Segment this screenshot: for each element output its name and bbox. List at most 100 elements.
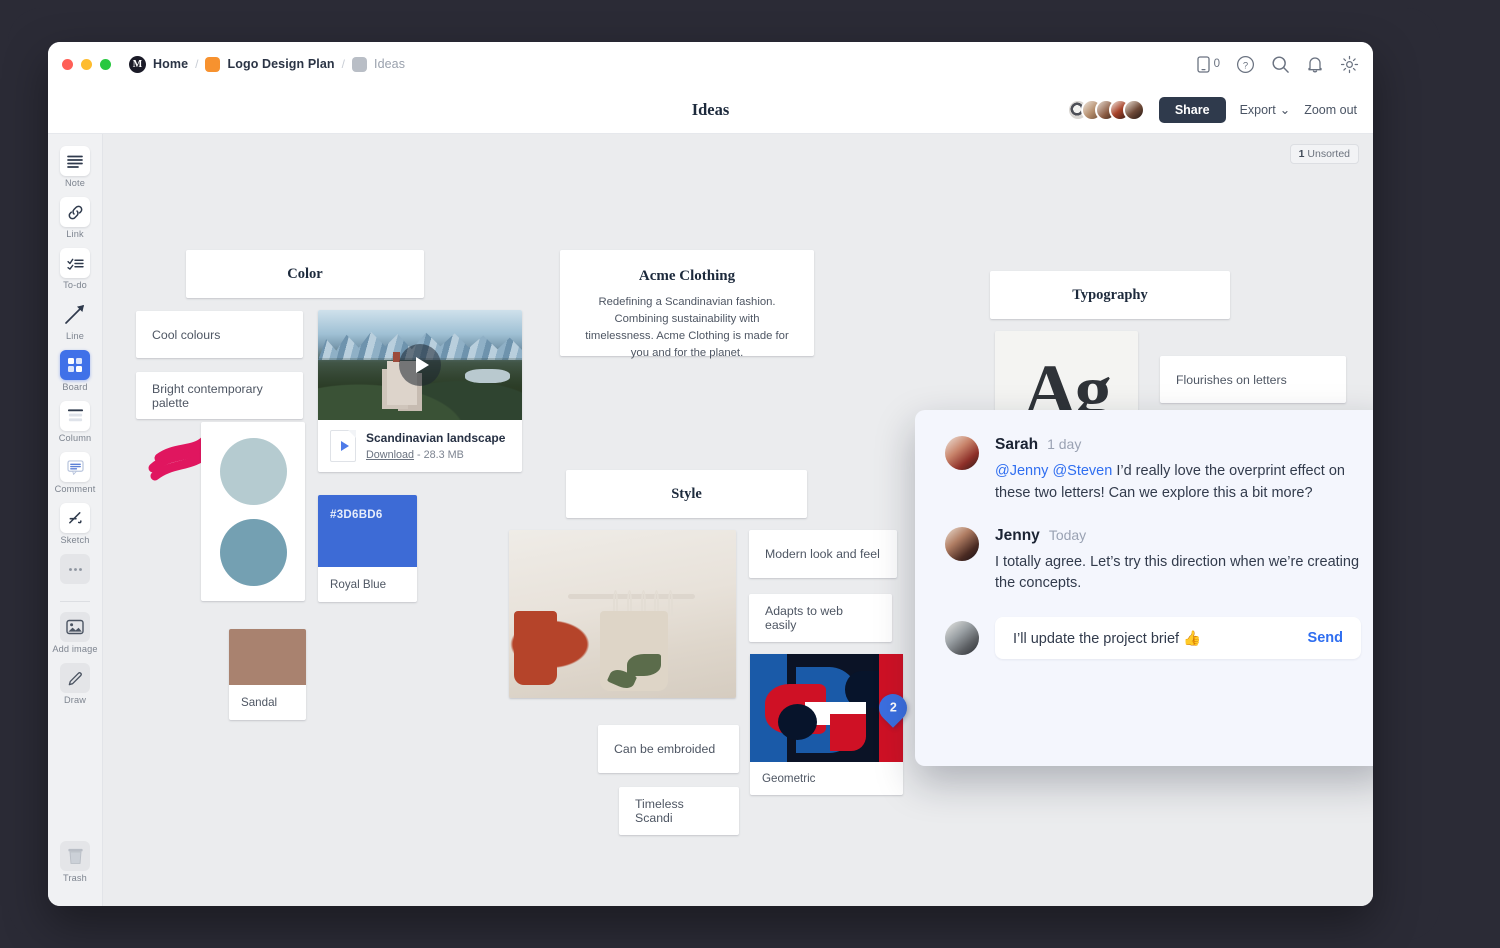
link-icon: [60, 197, 90, 227]
export-button[interactable]: Export ⌄: [1239, 102, 1291, 118]
mobile-icon: [1196, 55, 1210, 73]
root-body: Redefining a Scandinavian fashion. Combi…: [585, 296, 789, 360]
comment-mentions[interactable]: @Jenny @Steven: [995, 463, 1112, 479]
comment-author: Sarah: [995, 436, 1039, 453]
titlebar-actions: 0 ?: [1196, 55, 1359, 74]
sidebar-item-board[interactable]: Board: [51, 350, 99, 392]
sidebar-label-sketch: Sketch: [60, 535, 90, 545]
share-button[interactable]: Share: [1158, 96, 1226, 123]
avatar: [1122, 98, 1145, 121]
card-branch-style[interactable]: Style: [566, 470, 807, 518]
unsorted-count: 1: [1298, 148, 1305, 160]
sidebar-label-draw: Draw: [63, 695, 87, 705]
comment-icon: [60, 452, 90, 482]
card-root-brief[interactable]: Acme Clothing Redefining a Scandinavian …: [560, 250, 814, 359]
notifications-button[interactable]: [1306, 55, 1324, 74]
sidebar-item-more[interactable]: [51, 554, 99, 586]
mobile-device-count: 0: [1213, 58, 1220, 70]
sidebar-item-todo[interactable]: To-do: [51, 248, 99, 290]
swatch-name-label: Sandal: [241, 696, 278, 709]
sidebar-item-column[interactable]: Column: [51, 401, 99, 443]
sidebar-item-comment[interactable]: Comment: [51, 452, 99, 494]
page-title: Ideas: [691, 99, 730, 119]
video-metadata: Scandinavian landscape Download - 28.3 M…: [318, 420, 522, 472]
export-label: Export: [1239, 102, 1276, 117]
breadcrumb: M Home / Logo Design Plan / Ideas: [129, 55, 405, 73]
sidebar-label-todo: To-do: [63, 280, 87, 290]
column-icon: [60, 401, 90, 431]
close-window-button[interactable]: [62, 58, 73, 70]
card-image-geometric[interactable]: 2 Geometric: [750, 654, 913, 795]
card-swatch-sandal[interactable]: Sandal: [229, 629, 306, 720]
pencil-icon: [60, 663, 90, 693]
sidebar-item-sketch[interactable]: Sketch: [51, 503, 99, 545]
app-window: M Home / Logo Design Plan / Ideas 0 ? Id…: [48, 42, 1373, 906]
comment-input-wrapper[interactable]: Send: [995, 617, 1361, 659]
board-icon: [60, 350, 90, 380]
collaborator-avatars[interactable]: [1066, 98, 1145, 121]
card-note-modern-look[interactable]: Modern look and feel: [749, 530, 897, 578]
breadcrumb-item-ideas[interactable]: Ideas: [352, 56, 405, 72]
garment-red: [513, 610, 557, 685]
video-filesize: 28.3 MB: [423, 449, 464, 461]
card-video-scandinavian[interactable]: Scandinavian landscape Download - 28.3 M…: [318, 310, 522, 472]
comment-author: Jenny: [995, 526, 1040, 544]
breadcrumb-item-project[interactable]: Logo Design Plan: [205, 56, 335, 72]
geometric-label: Geometric: [762, 772, 816, 785]
search-button[interactable]: [1271, 55, 1290, 74]
maximize-window-button[interactable]: [100, 58, 111, 70]
sidebar-item-draw[interactable]: Draw: [51, 663, 99, 705]
zoom-out-button[interactable]: Zoom out: [1304, 103, 1357, 117]
video-subline: Download - 28.3 MB: [366, 449, 505, 461]
card-note-timeless-scandi[interactable]: Timeless Scandi: [619, 787, 739, 835]
card-note-flourishes[interactable]: Flourishes on letters: [1160, 356, 1346, 403]
folder-icon: [205, 56, 221, 72]
send-button[interactable]: Send: [1294, 630, 1343, 646]
video-thumbnail[interactable]: [318, 310, 522, 420]
download-link[interactable]: Download: [366, 449, 414, 461]
traffic-lights: [62, 58, 111, 70]
sidebar-item-note[interactable]: Note: [51, 146, 99, 188]
card-note-cool-colours[interactable]: Cool colours: [136, 311, 303, 358]
line-icon: [60, 299, 90, 329]
settings-button[interactable]: [1340, 55, 1359, 74]
sidebar-item-add-image[interactable]: Add image: [51, 612, 99, 654]
help-button[interactable]: ?: [1236, 55, 1255, 74]
play-icon[interactable]: [399, 344, 441, 386]
card-note-embroided[interactable]: Can be embroided: [598, 725, 739, 773]
lake: [464, 369, 510, 384]
comment-popover[interactable]: Sarah 1 day @Jenny @Steven I’d really lo…: [915, 410, 1373, 766]
root-title: Acme Clothing: [638, 268, 736, 284]
card-image-clothing-rack[interactable]: [509, 530, 736, 698]
unsorted-badge[interactable]: 1 Unsorted: [1289, 144, 1359, 164]
breadcrumb-separator: /: [195, 57, 199, 71]
board-canvas[interactable]: 1 Unsorted Acme Clothing Redefining a Sc…: [103, 134, 1373, 906]
circle-swatch-light: [219, 437, 287, 505]
mobile-devices-button[interactable]: 0: [1196, 55, 1220, 73]
circle-swatch-dark: [219, 518, 287, 586]
milanote-logo-icon: M: [129, 55, 146, 73]
sidebar-item-trash[interactable]: Trash: [51, 841, 99, 883]
breadcrumb-item-home[interactable]: M Home: [129, 55, 188, 73]
sketch-icon: [60, 503, 90, 533]
card-note-adapts-web[interactable]: Adapts to web easily: [749, 594, 892, 642]
card-branch-typography[interactable]: Typography: [990, 271, 1230, 319]
board-actions: Share Export ⌄ Zoom out: [1066, 96, 1357, 123]
card-note-bright-palette[interactable]: Bright contemporary palette: [136, 372, 303, 419]
comment-text: @Jenny @Steven I’d really love the overp…: [995, 461, 1361, 505]
sidebar-item-line[interactable]: Line: [51, 299, 99, 341]
comment-composer: Send: [945, 617, 1361, 659]
meta-separator: -: [417, 449, 421, 461]
comment-input[interactable]: [1013, 630, 1294, 646]
minimize-window-button[interactable]: [81, 58, 92, 70]
swatch-color-fill: [229, 629, 306, 685]
avatar: [945, 526, 979, 561]
card-swatch-royal-blue[interactable]: #3D6BD6 Royal Blue: [318, 495, 417, 602]
sidebar-label-column: Column: [58, 433, 92, 443]
sidebar-label-add-image: Add image: [52, 644, 98, 654]
card-branch-color[interactable]: Color: [186, 250, 424, 298]
title-bar: M Home / Logo Design Plan / Ideas 0 ?: [48, 42, 1373, 86]
sidebar-item-link[interactable]: Link: [51, 197, 99, 239]
card-circle-swatches[interactable]: [201, 422, 305, 601]
more-icon: [60, 554, 90, 584]
